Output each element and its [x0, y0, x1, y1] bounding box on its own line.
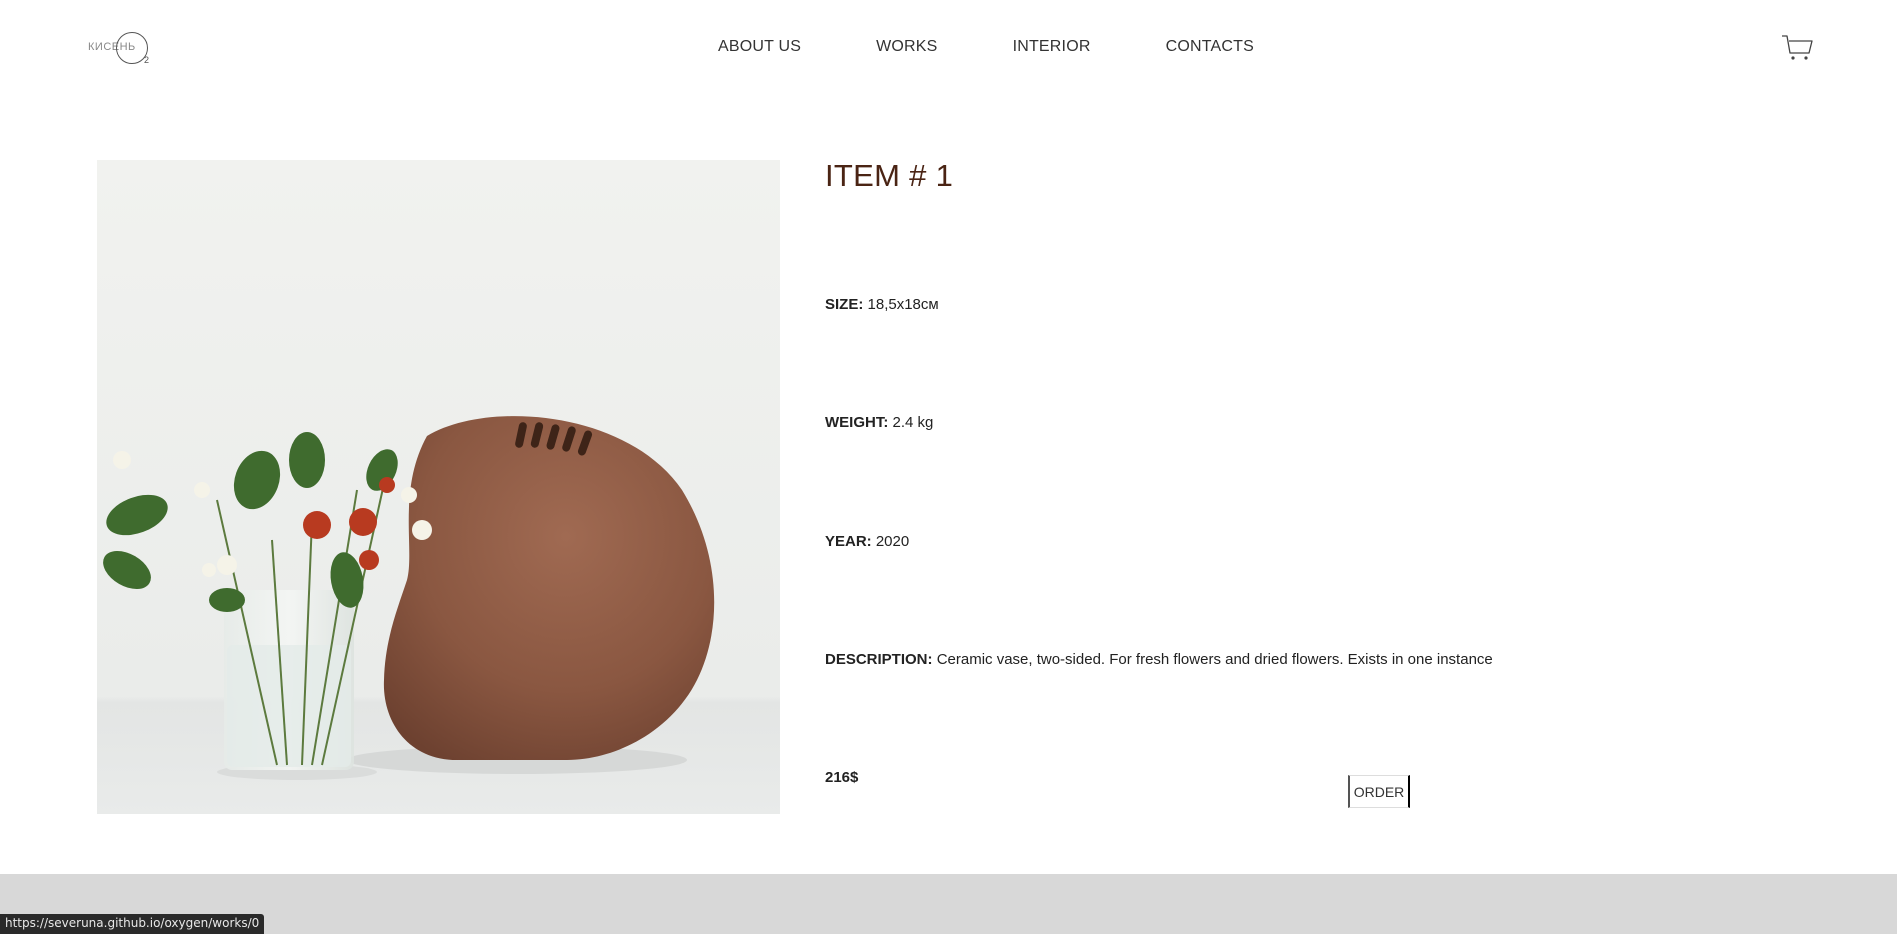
weight-label: WEIGHT:	[825, 414, 889, 431]
size-row: SIZE: 18,5x18см	[825, 296, 939, 313]
footer	[0, 874, 1897, 934]
main-nav: ABOUT US WORKS INTERIOR CONTACTS	[718, 38, 1254, 56]
product-title: ITEM # 1	[825, 158, 954, 193]
size-value: 18,5x18см	[867, 296, 939, 313]
order-button[interactable]: ORDER	[1348, 775, 1410, 808]
nav-interior[interactable]: INTERIOR	[1013, 38, 1091, 56]
logo-subscript: 2	[144, 55, 150, 65]
nav-about-us[interactable]: ABOUT US	[718, 38, 801, 56]
site-header: КИСЕНЬ 2 ABOUT US WORKS INTERIOR CONTACT…	[0, 0, 1897, 100]
product-image	[97, 160, 780, 814]
cart-icon[interactable]	[1781, 33, 1813, 63]
year-row: YEAR: 2020	[825, 533, 909, 550]
status-bar-url: https://severuna.github.io/oxygen/works/…	[0, 914, 265, 934]
description-value: Ceramic vase, two-sided. For fresh flowe…	[936, 651, 1493, 668]
weight-row: WEIGHT: 2.4 kg	[825, 414, 933, 431]
logo[interactable]: КИСЕНЬ 2	[88, 31, 154, 69]
price: 216$	[825, 769, 859, 786]
description-label: DESCRIPTION:	[825, 651, 933, 668]
size-label: SIZE:	[825, 296, 864, 313]
nav-works[interactable]: WORKS	[876, 38, 937, 56]
year-label: YEAR:	[825, 533, 872, 550]
weight-value: 2.4 kg	[892, 414, 934, 431]
description-row: DESCRIPTION: Ceramic vase, two-sided. Fo…	[825, 651, 1493, 668]
nav-contacts[interactable]: CONTACTS	[1166, 38, 1254, 56]
year-value: 2020	[875, 533, 910, 550]
